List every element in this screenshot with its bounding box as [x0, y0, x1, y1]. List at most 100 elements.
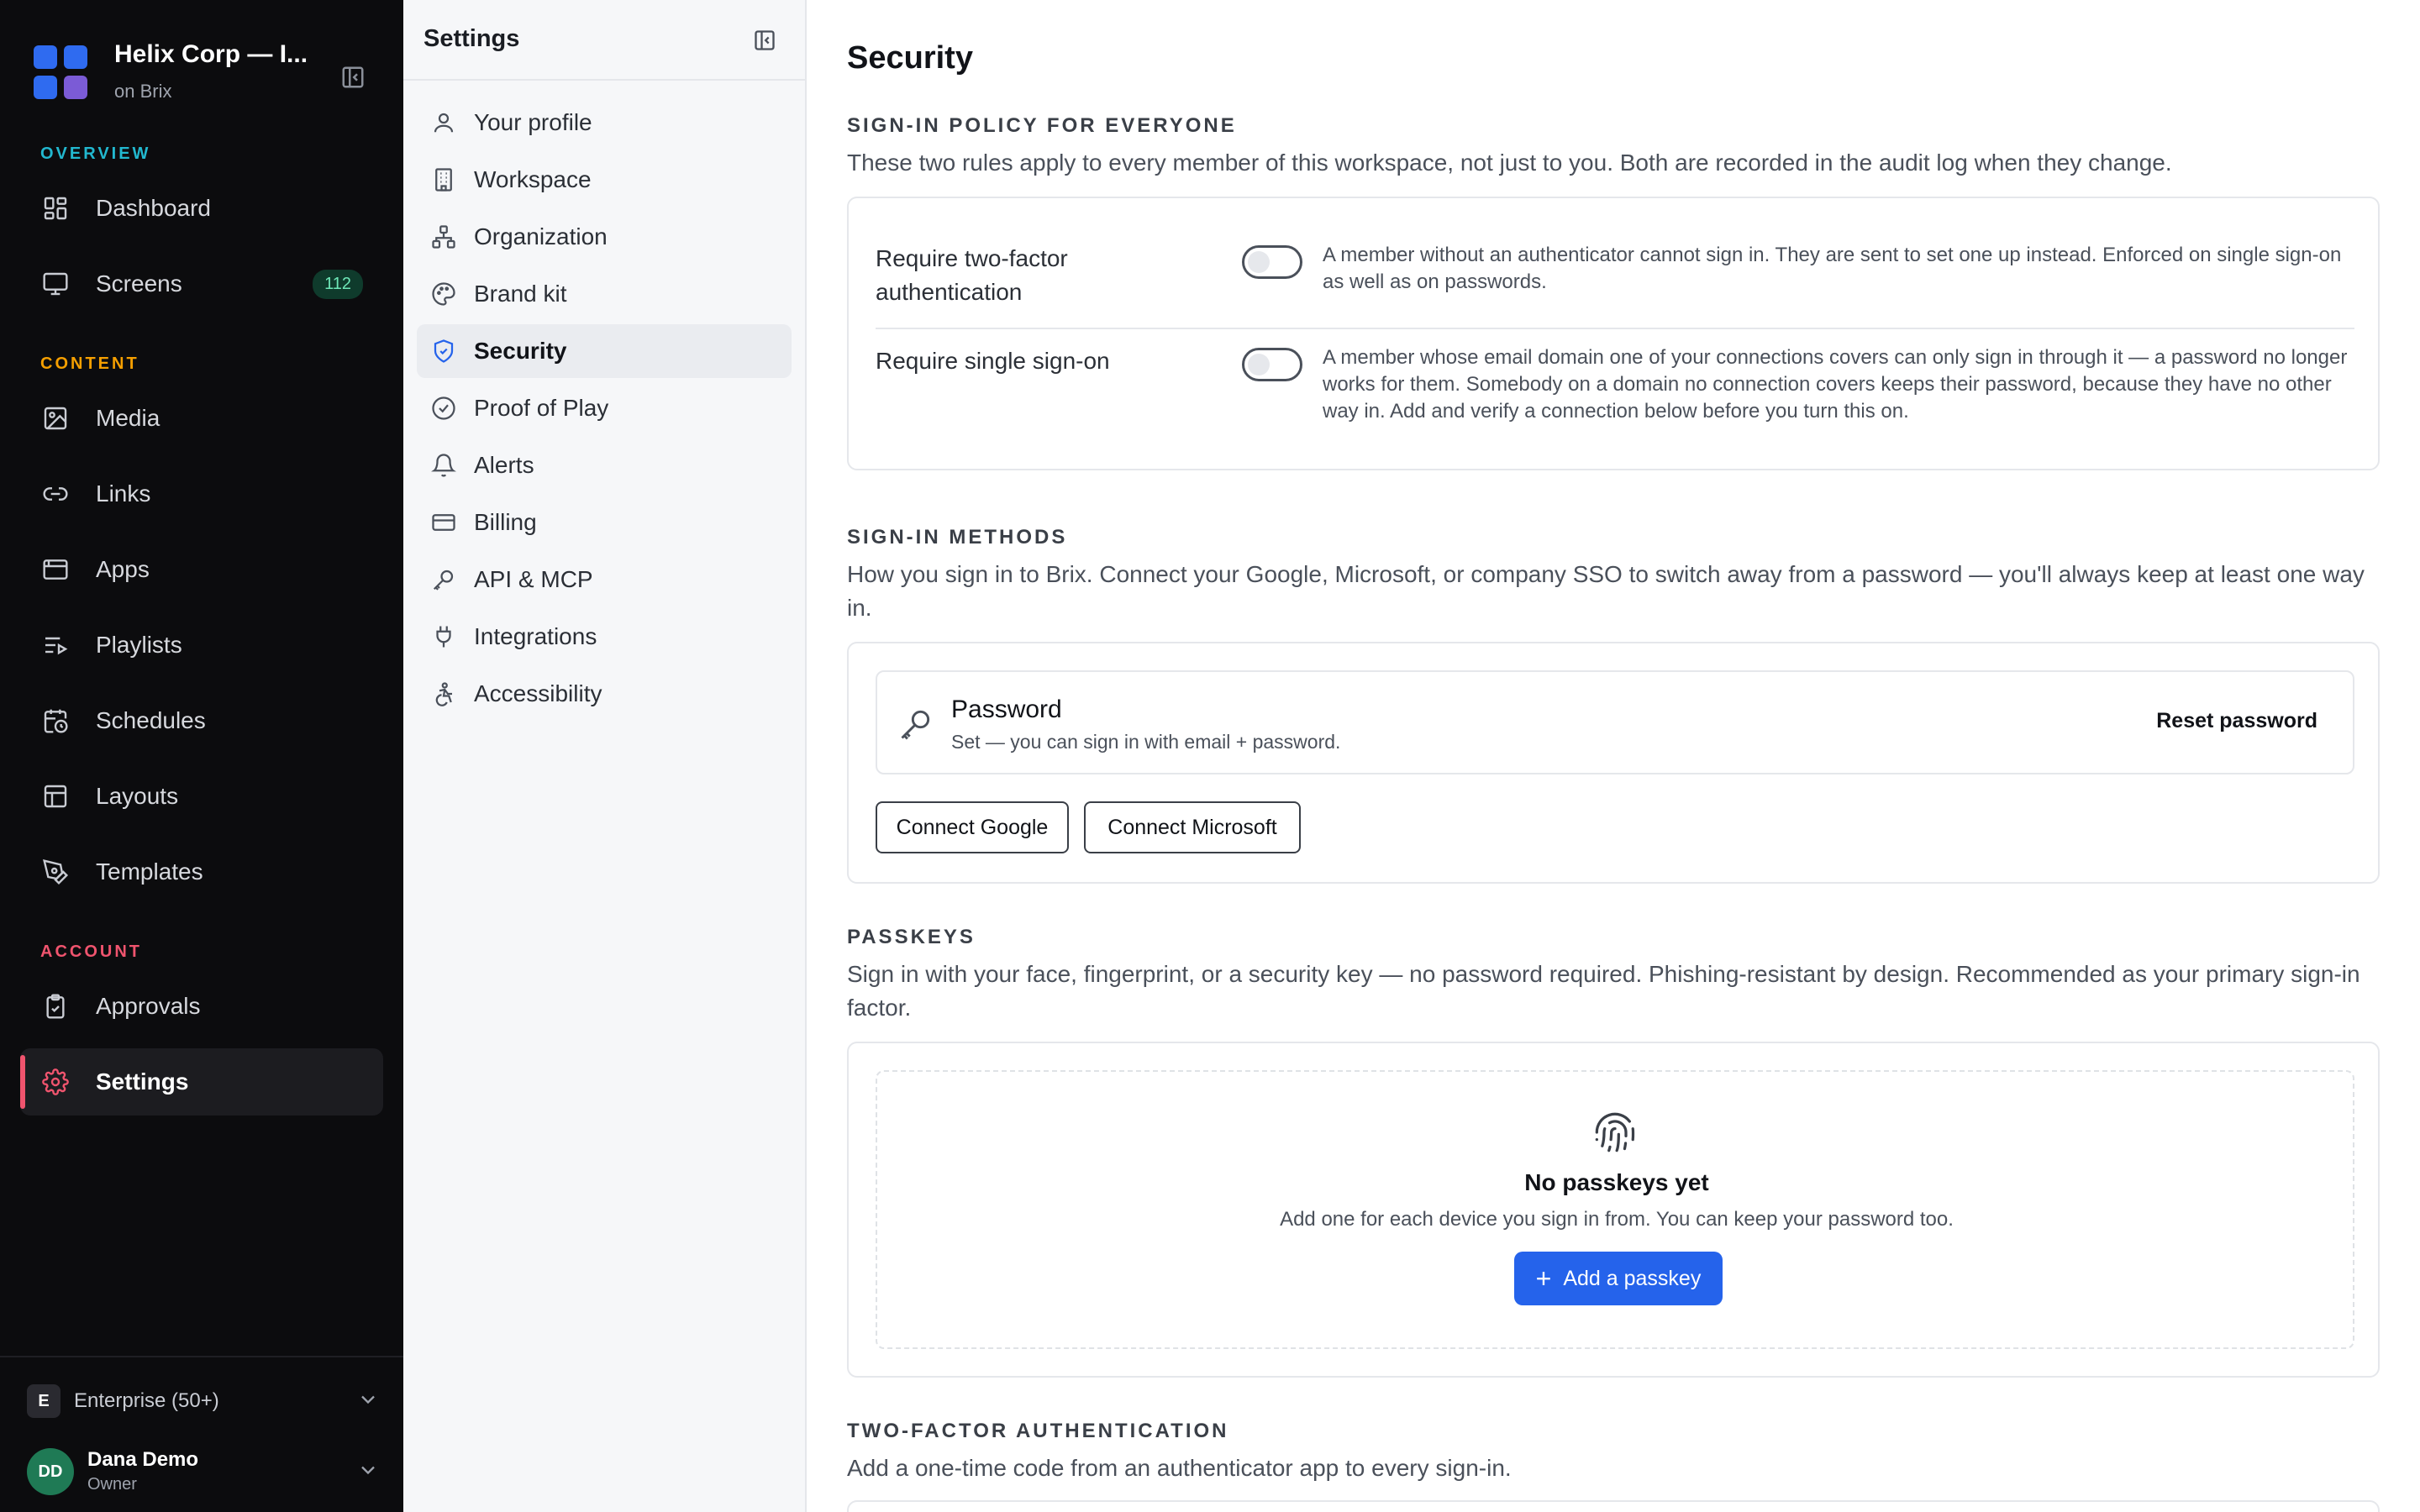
connect-microsoft-button[interactable]: Connect Microsoft	[1084, 801, 1301, 853]
require-sso-toggle[interactable]	[1242, 348, 1302, 381]
policy-heading: SIGN-IN POLICY FOR EVERYONE	[847, 114, 1237, 137]
key-icon	[897, 706, 934, 743]
passkeys-empty-title: No passkeys yet	[1524, 1169, 1709, 1195]
settings-nav-header: Settings	[403, 0, 805, 81]
methods-heading: SIGN-IN METHODS	[847, 526, 1068, 549]
sidebar-item-label: Approvals	[96, 993, 201, 1019]
sidebar-item-screens[interactable]: Screens 112	[20, 250, 383, 318]
reset-password-button[interactable]: Reset password	[2156, 709, 2317, 733]
settings-item-label: Alerts	[474, 452, 534, 478]
sidebar-item-label: Dashboard	[96, 195, 211, 221]
sidebar-item-schedules[interactable]: Schedules	[20, 687, 383, 754]
screens-count-badge: 112	[313, 269, 363, 299]
plug-icon	[429, 622, 459, 652]
settings-item-label: Organization	[474, 223, 608, 249]
policy-card: Require two-factor authentication A memb…	[847, 197, 2380, 470]
shield-check-icon	[429, 336, 459, 366]
passkeys-description: Sign in with your face, fingerprint, or …	[847, 961, 2360, 1021]
sidebar-item-approvals[interactable]: Approvals	[20, 973, 383, 1040]
sidebar-item-settings[interactable]: Settings	[20, 1048, 383, 1116]
settings-item-label: Integrations	[474, 623, 597, 649]
policy-description: These two rules apply to every member of…	[847, 150, 2172, 176]
key-icon	[429, 564, 459, 595]
workspace-platform: on Brix	[114, 81, 172, 102]
require-sso-help: A member whose email domain one of your …	[1323, 346, 2348, 423]
passkeys-heading: PASSKEYS	[847, 926, 976, 948]
check-circle-icon	[429, 393, 459, 423]
settings-nav: Settings Your profile Workspace Organiza…	[403, 0, 807, 1512]
bell-icon	[429, 450, 459, 480]
settings-item-alerts[interactable]: Alerts	[417, 438, 792, 492]
user-menu[interactable]: DD Dana Demo Owner	[27, 1441, 380, 1500]
credit-card-icon	[429, 507, 459, 538]
settings-item-security[interactable]: Security	[417, 324, 792, 378]
plan-label: Enterprise (50+)	[74, 1389, 219, 1412]
methods-description: How you sign in to Brix. Connect your Go…	[847, 561, 2365, 621]
password-method: Password Set — you can sign in with emai…	[876, 670, 2354, 774]
link-icon	[39, 477, 72, 511]
fingerprint-icon	[1593, 1110, 1637, 1154]
methods-card: Password Set — you can sign in with emai…	[847, 642, 2380, 884]
avatar: DD	[27, 1448, 74, 1495]
settings-item-label: Brand kit	[474, 281, 567, 307]
settings-item-proof-of-play[interactable]: Proof of Play	[417, 381, 792, 435]
sidebar-item-label: Settings	[96, 1068, 189, 1095]
app-sidebar: Helix Corp — I... on Brix OVERVIEW Dashb…	[0, 0, 403, 1512]
sidebar-item-label: Schedules	[96, 707, 206, 733]
settings-item-label: Security	[474, 338, 567, 364]
connect-google-button[interactable]: Connect Google	[876, 801, 1069, 853]
building-icon	[429, 165, 459, 195]
sidebar-item-layouts[interactable]: Layouts	[20, 763, 383, 830]
accessibility-icon	[429, 679, 459, 709]
two-factor-heading: TWO-FACTOR AUTHENTICATION	[847, 1420, 1229, 1442]
settings-item-brand-kit[interactable]: Brand kit	[417, 267, 792, 321]
sidebar-item-label: Layouts	[96, 783, 179, 809]
passkeys-empty-state: No passkeys yet Add one for each device …	[876, 1070, 2354, 1349]
sidebar-item-label: Templates	[96, 858, 203, 885]
settings-item-label: Accessibility	[474, 680, 602, 706]
settings-item-label: API & MCP	[474, 566, 593, 592]
settings-item-billing[interactable]: Billing	[417, 496, 792, 549]
chevron-down-icon	[356, 1458, 380, 1486]
two-factor-card	[847, 1500, 2380, 1512]
dashboard-icon	[39, 192, 72, 225]
image-icon	[39, 402, 72, 435]
settings-nav-title: Settings	[424, 25, 520, 52]
settings-item-api-mcp[interactable]: API & MCP	[417, 553, 792, 606]
passkeys-card: No passkeys yet Add one for each device …	[847, 1042, 2380, 1378]
require-2fa-toggle[interactable]	[1242, 245, 1302, 279]
settings-item-label: Billing	[474, 509, 537, 535]
settings-item-organization[interactable]: Organization	[417, 210, 792, 264]
sidebar-item-apps[interactable]: Apps	[20, 536, 383, 603]
require-sso-row: Require single sign-on A member whose em…	[876, 344, 2354, 437]
plan-switcher[interactable]: E Enterprise (50+)	[27, 1381, 380, 1421]
sidebar-item-media[interactable]: Media	[20, 385, 383, 452]
sidebar-item-templates[interactable]: Templates	[20, 838, 383, 906]
monitor-icon	[39, 267, 72, 301]
settings-item-label: Proof of Play	[474, 395, 609, 421]
sidebar-item-playlists[interactable]: Playlists	[20, 612, 383, 679]
add-passkey-button[interactable]: + Add a passkey	[1514, 1252, 1723, 1305]
panel-collapse-icon[interactable]	[748, 24, 781, 57]
nav-section-content: CONTENT	[40, 354, 139, 373]
settings-item-integrations[interactable]: Integrations	[417, 610, 792, 664]
require-sso-label: Require single sign-on	[876, 348, 1110, 374]
settings-item-accessibility[interactable]: Accessibility	[417, 667, 792, 721]
sidebar-collapse-icon[interactable]	[336, 60, 370, 94]
gear-icon	[39, 1065, 72, 1099]
playlist-icon	[39, 628, 72, 662]
plan-chip: E	[27, 1384, 60, 1418]
sidebar-item-dashboard[interactable]: Dashboard	[20, 175, 383, 242]
add-passkey-label: Add a passkey	[1563, 1266, 1702, 1290]
settings-item-workspace[interactable]: Workspace	[417, 153, 792, 207]
app-window-icon	[39, 553, 72, 586]
palette-icon	[429, 279, 459, 309]
workspace-switcher[interactable]: Helix Corp — I... on Brix	[34, 37, 370, 104]
sidebar-item-links[interactable]: Links	[20, 460, 383, 528]
two-factor-description: Add a one-time code from an authenticato…	[847, 1455, 1512, 1481]
user-name: Dana Demo	[87, 1448, 199, 1471]
sidebar-item-label: Links	[96, 480, 151, 507]
settings-item-profile[interactable]: Your profile	[417, 96, 792, 150]
user-role: Owner	[87, 1475, 137, 1494]
sidebar-item-label: Playlists	[96, 632, 182, 658]
